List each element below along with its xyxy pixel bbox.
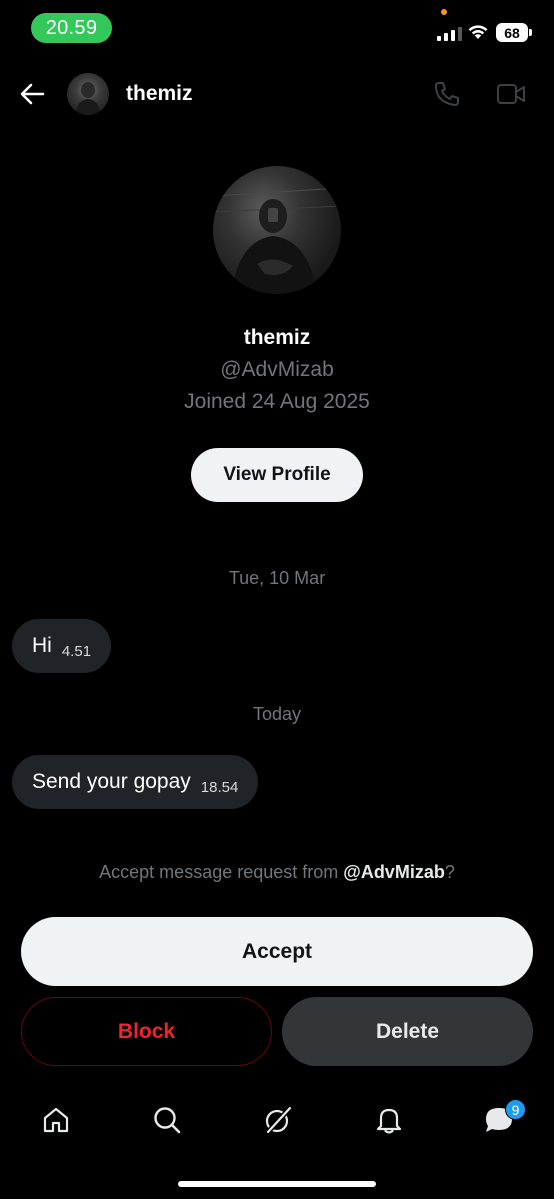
battery-nub bbox=[529, 29, 532, 36]
status-bar: 20.59 68 bbox=[0, 0, 554, 56]
conversation-header: themiz bbox=[0, 60, 554, 128]
message-request-prompt: Accept message request from @AdvMizab? bbox=[0, 862, 554, 883]
profile-avatar[interactable] bbox=[213, 166, 341, 294]
message-text: Send your gopay bbox=[32, 770, 191, 793]
home-indicator[interactable] bbox=[178, 1181, 376, 1187]
message-time: 4.51 bbox=[61, 642, 92, 660]
avatar[interactable] bbox=[67, 73, 109, 115]
back-arrow-icon[interactable] bbox=[18, 80, 46, 108]
message-bubble[interactable]: Hi 4.51 bbox=[12, 619, 112, 673]
message-time: 18.54 bbox=[200, 778, 239, 796]
notifications-icon bbox=[376, 1108, 402, 1134]
header-username[interactable]: themiz bbox=[126, 82, 193, 106]
nav-grok[interactable] bbox=[262, 1104, 294, 1136]
nav-search[interactable] bbox=[151, 1104, 183, 1136]
battery-icon: 68 bbox=[496, 23, 528, 42]
date-separator: Tue, 10 Mar bbox=[228, 568, 326, 588]
cellular-signal-icon bbox=[437, 26, 462, 41]
delete-button[interactable]: Delete bbox=[282, 997, 533, 1066]
request-prefix: Accept message request from bbox=[99, 862, 344, 882]
nav-notifications[interactable] bbox=[373, 1104, 405, 1136]
search-icon bbox=[154, 1107, 181, 1134]
wifi-icon bbox=[468, 25, 488, 39]
request-handle: @AdvMizab bbox=[343, 862, 445, 882]
profile-handle: @AdvMizab bbox=[220, 358, 334, 381]
bottom-navigation bbox=[0, 1088, 554, 1158]
profile-name: themiz bbox=[243, 326, 311, 349]
request-suffix: ? bbox=[444, 862, 455, 882]
home-icon bbox=[43, 1107, 69, 1133]
status-time[interactable]: 20.59 bbox=[31, 13, 112, 43]
date-separator: Today bbox=[252, 704, 302, 724]
profile-joined-date: Joined 24 Aug 2025 bbox=[184, 390, 370, 413]
messages-badge: 9 bbox=[505, 1099, 526, 1120]
block-button[interactable]: Block bbox=[21, 997, 272, 1066]
video-icon[interactable] bbox=[496, 82, 526, 106]
accept-button[interactable]: Accept bbox=[21, 917, 533, 986]
view-profile-button[interactable]: View Profile bbox=[191, 448, 363, 502]
nav-home[interactable] bbox=[40, 1104, 72, 1136]
phone-icon[interactable] bbox=[433, 80, 461, 108]
message-text: Hi bbox=[32, 634, 52, 657]
message-bubble[interactable]: Send your gopay 18.54 bbox=[12, 755, 259, 809]
privacy-indicator-dot bbox=[441, 9, 447, 15]
grok-icon bbox=[265, 1106, 292, 1134]
